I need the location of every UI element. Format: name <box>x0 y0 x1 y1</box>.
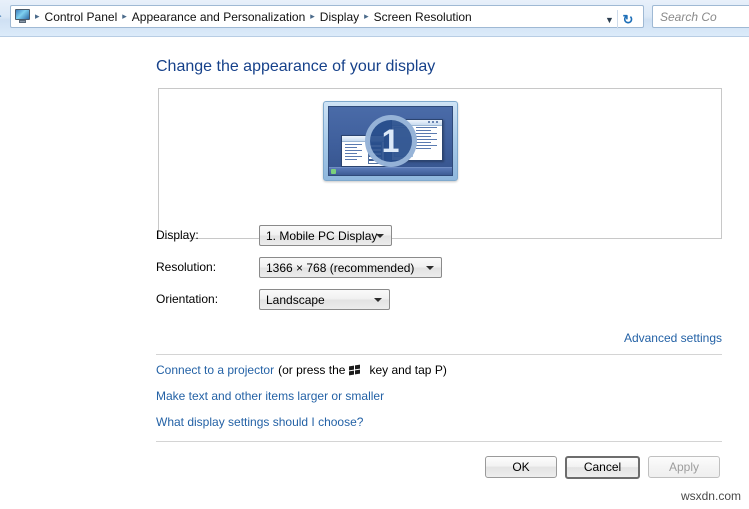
apply-button: Apply <box>648 456 720 478</box>
what-display-settings-link[interactable]: What display settings should I choose? <box>156 415 363 429</box>
display-label: Display: <box>156 228 199 242</box>
display-monitor-icon <box>14 9 31 24</box>
search-input[interactable]: Search Co <box>652 5 749 28</box>
display-preview-panel: 1 Detect Identify <box>158 88 722 239</box>
chevron-down-icon[interactable]: ▼ <box>603 14 616 27</box>
breadcrumb[interactable]: ▸ Control Panel ▸ Appearance and Persona… <box>10 5 644 29</box>
ok-button[interactable]: OK <box>485 456 557 478</box>
desktop-taskbar <box>329 167 452 175</box>
display-dropdown[interactable]: 1. Mobile PC Display <box>259 225 392 246</box>
search-placeholder: Search Co <box>660 9 717 24</box>
make-text-larger-link[interactable]: Make text and other items larger or smal… <box>156 389 384 403</box>
connect-to-projector-link[interactable]: Connect to a projector <box>156 363 274 377</box>
orientation-dropdown[interactable]: Landscape <box>259 289 390 310</box>
breadcrumb-separator-0: ▸ <box>35 11 40 21</box>
breadcrumb-separator-1: ▸ <box>122 11 127 21</box>
projector-hint-suffix: key and tap P) <box>369 363 447 377</box>
chevron-down-icon <box>374 297 382 302</box>
breadcrumb-item-screen-resolution[interactable]: Screen Resolution <box>371 9 475 25</box>
chevron-down-icon <box>376 233 384 238</box>
resolution-label: Resolution: <box>156 260 217 274</box>
display-dropdown-value: 1. Mobile PC Display <box>266 228 378 243</box>
divider-bottom <box>156 441 722 442</box>
connect-to-projector-row: Connect to a projector (or press the key… <box>156 363 447 377</box>
monitor-number-badge: 1 <box>364 115 417 167</box>
windows-logo-key-icon <box>349 364 361 376</box>
main-content: Change the appearance of your display 1 … <box>0 37 749 509</box>
resolution-dropdown-value: 1366 × 768 (recommended) <box>266 260 415 275</box>
refresh-icon[interactable]: ↻ <box>617 10 638 29</box>
breadcrumb-separator-2: ▸ <box>310 11 315 21</box>
breadcrumb-item-appearance-and-personalization[interactable]: Appearance and Personalization <box>129 9 308 25</box>
resolution-dropdown[interactable]: 1366 × 768 (recommended) <box>259 257 442 278</box>
projector-hint-prefix: (or press the <box>278 363 346 377</box>
back-navigation-arrow-icon[interactable]: ▸ <box>0 8 8 24</box>
address-bar: ▸ ▸ Control Panel ▸ Appearance and Perso… <box>0 0 749 37</box>
breadcrumb-item-display[interactable]: Display <box>317 9 362 25</box>
monitor-preview[interactable]: 1 <box>323 101 458 181</box>
breadcrumb-separator-3: ▸ <box>364 11 369 21</box>
watermark: wsxdn.com <box>680 489 741 503</box>
cancel-button[interactable]: Cancel <box>565 456 640 479</box>
advanced-settings-link[interactable]: Advanced settings <box>624 331 722 345</box>
monitor-desktop: 1 <box>328 106 453 176</box>
orientation-dropdown-value: Landscape <box>266 292 325 307</box>
page-title: Change the appearance of your display <box>156 58 436 75</box>
divider-top <box>156 354 722 355</box>
breadcrumb-item-control-panel[interactable]: Control Panel <box>42 9 121 25</box>
orientation-label: Orientation: <box>156 292 219 306</box>
chevron-down-icon <box>426 265 434 270</box>
